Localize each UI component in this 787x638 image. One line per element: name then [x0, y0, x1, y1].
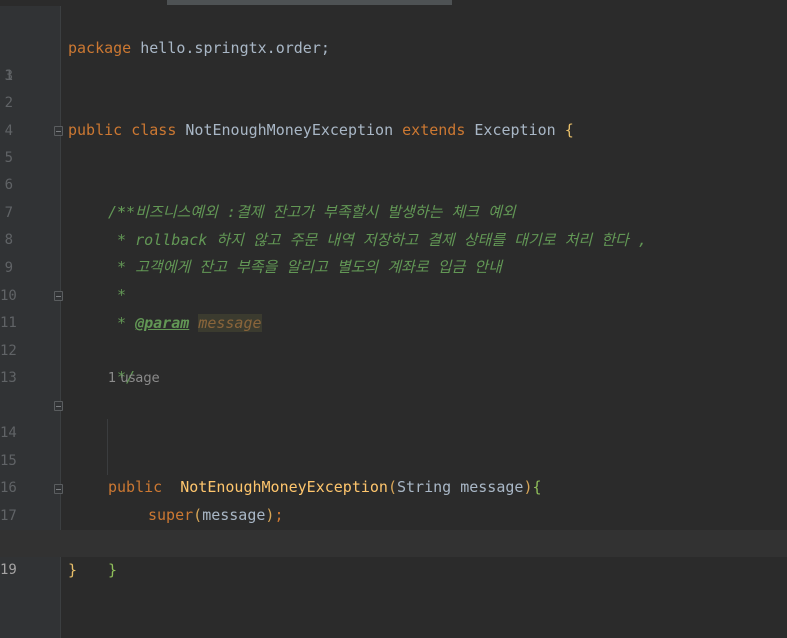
code-line[interactable]: 18 }: [0, 503, 787, 579]
fold-collapse-icon[interactable]: [54, 126, 63, 136]
horizontal-scrollbar[interactable]: [0, 0, 787, 6]
code-line[interactable]: 17 }: [0, 476, 787, 579]
code-line[interactable]: 15: [0, 421, 787, 469]
line-number: 13: [0, 370, 17, 386]
usage-inlay-hint[interactable]: 1 usage: [108, 371, 160, 386]
code-editor[interactable]: package hello.springtx.order; 1 2 3 publ…: [0, 0, 787, 638]
fold-end-icon[interactable]: [54, 291, 63, 301]
code-line[interactable]: 9 *: [0, 228, 787, 304]
code-line[interactable]: 7 * rollback 하지 않고 주문 내역 저장하고 결제 상태를 대기로…: [0, 173, 787, 249]
code-line[interactable]: 14 public NotEnoughMoneyException(String…: [0, 393, 787, 496]
close-brace: }: [68, 561, 78, 579]
code-line[interactable]: 1: [0, 36, 787, 84]
code-line[interactable]: 13: [0, 338, 787, 386]
code-line[interactable]: 6 * 비즈니스예외 :결제 잔고가 부족할시 발생하는 체크 예외: [0, 145, 787, 221]
code-line[interactable]: 4: [0, 91, 787, 139]
horizontal-scrollbar-thumb[interactable]: [167, 0, 452, 5]
code-line[interactable]: 3 public class NotEnoughMoneyException e…: [0, 63, 787, 139]
code-line[interactable]: 12: [0, 311, 787, 359]
code-line[interactable]: 11 */: [0, 283, 787, 386]
code-line[interactable]: 10 * @param message: [0, 256, 787, 332]
current-code-line[interactable]: 19: [0, 530, 787, 578]
fold-collapse-icon[interactable]: [54, 401, 63, 411]
line-number: 3: [4, 68, 13, 84]
fold-end-icon[interactable]: [54, 484, 63, 494]
code-line[interactable]: 5 /**: [0, 118, 787, 221]
code-line[interactable]: package hello.springtx.order;: [0, 8, 787, 57]
line-number: 19: [0, 562, 17, 578]
code-line[interactable]: 8 * 고객에게 잔고 부족을 알리고 별도의 계좌로 입금 안내: [0, 200, 787, 276]
close-brace: }: [108, 561, 118, 579]
code-line[interactable]: 16 super(message);: [0, 448, 787, 524]
